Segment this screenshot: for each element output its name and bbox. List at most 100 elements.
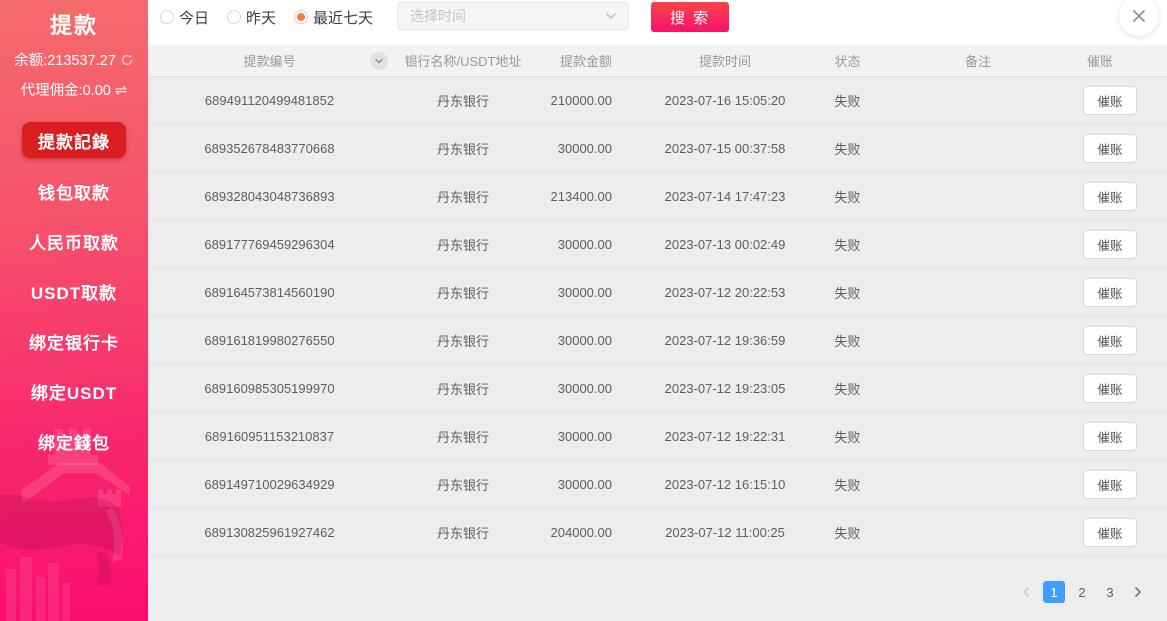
urge-payment-button[interactable]: 催账 (1083, 326, 1136, 355)
close-icon (1130, 7, 1148, 25)
cell-time: 2023-07-15 00:37:58 (628, 141, 808, 156)
table-row: 689160951153210837 丹东银行 30000.00 2023-07… (148, 413, 1167, 461)
cell-amount: 210000.00 (543, 93, 628, 108)
page-title: 提款 (0, 8, 148, 40)
cell-withdraw-id: 689161819980276550 (148, 333, 383, 348)
column-filter-chevron-icon[interactable] (370, 52, 388, 70)
cell-status: 失败 (808, 283, 903, 302)
cell-status: 失败 (808, 475, 903, 494)
sidebar-item[interactable]: 绑定银行卡 (0, 316, 148, 366)
close-button[interactable] (1119, 0, 1159, 36)
refresh-balance-icon[interactable] (120, 53, 134, 67)
radio-circle-icon (160, 10, 174, 24)
cell-action: 催账 (1053, 86, 1167, 115)
cell-status: 失败 (808, 187, 903, 206)
sidebar-item[interactable]: 绑定錢包 (0, 416, 148, 466)
table-row: 689161819980276550 丹东银行 30000.00 2023-07… (148, 317, 1167, 365)
cell-amount: 30000.00 (543, 237, 628, 252)
cell-status: 失败 (808, 427, 903, 446)
table-row: 689328043048736893 丹东银行 213400.00 2023-0… (148, 173, 1167, 221)
cell-action: 催账 (1053, 278, 1167, 307)
cell-withdraw-id: 689130825961927462 (148, 525, 383, 540)
urge-payment-button[interactable]: 催账 (1083, 374, 1136, 403)
cell-status: 失败 (808, 91, 903, 110)
urge-payment-button[interactable]: 催账 (1083, 470, 1136, 499)
balance-label: 余额:213537.27 (14, 49, 116, 70)
cell-withdraw-id: 689160985305199970 (148, 381, 383, 396)
page-numbers: 1 2 3 (1043, 581, 1121, 603)
cell-time: 2023-07-16 15:05:20 (628, 93, 808, 108)
cell-action: 催账 (1053, 422, 1167, 451)
cell-amount: 204000.00 (543, 525, 628, 540)
table-row: 689160985305199970 丹东银行 30000.00 2023-07… (148, 365, 1167, 413)
cell-bank: 丹东银行 (383, 379, 543, 398)
cell-amount: 213400.00 (543, 189, 628, 204)
urge-payment-button[interactable]: 催账 (1083, 278, 1136, 307)
chevron-down-icon (604, 9, 618, 23)
radio-label: 今日 (179, 7, 209, 28)
header-status: 状态 (808, 51, 903, 70)
cell-action: 催账 (1053, 518, 1167, 547)
cell-action: 催账 (1053, 326, 1167, 355)
table-row: 689164573814560190 丹东银行 30000.00 2023-07… (148, 269, 1167, 317)
table-row: 689149710029634929 丹东银行 30000.00 2023-07… (148, 461, 1167, 509)
cell-time: 2023-07-14 17:47:23 (628, 189, 808, 204)
sidebar-item[interactable]: USDT取款 (0, 266, 148, 316)
cell-status: 失败 (808, 331, 903, 350)
header-withdraw-id: 提款编号 (148, 51, 383, 70)
date-range-radio[interactable]: 最近七天 (294, 7, 373, 28)
table-body: 689491120499481852 丹东银行 210000.00 2023-0… (148, 77, 1167, 557)
table-row: 689177769459296304 丹东银行 30000.00 2023-07… (148, 221, 1167, 269)
cell-bank: 丹东银行 (383, 331, 543, 350)
table-header: 提款编号 银行名称/USDT地址 提款金额 提款时间 状态 备注 催账 (148, 45, 1167, 77)
commission-label: 代理佣金:0.00 (21, 79, 111, 100)
urge-payment-button[interactable]: 催账 (1083, 422, 1136, 451)
cell-action: 催账 (1053, 182, 1167, 211)
next-page-icon[interactable] (1127, 581, 1149, 603)
urge-payment-button[interactable]: 催账 (1083, 230, 1136, 259)
cell-action: 催账 (1053, 134, 1167, 163)
cell-withdraw-id: 689352678483770668 (148, 141, 383, 156)
date-select-placeholder: 选择时间 (410, 6, 466, 26)
cell-status: 失败 (808, 523, 903, 542)
date-select[interactable]: 选择时间 (397, 2, 629, 30)
prev-page-icon[interactable] (1015, 581, 1037, 603)
cell-time: 2023-07-12 19:23:05 (628, 381, 808, 396)
cell-amount: 30000.00 (543, 141, 628, 156)
cell-status: 失败 (808, 139, 903, 158)
urge-payment-button[interactable]: 催账 (1083, 182, 1136, 211)
exchange-icon[interactable]: ⇌ (115, 81, 128, 99)
header-action: 催账 (1053, 51, 1167, 70)
cell-bank: 丹东银行 (383, 187, 543, 206)
cell-action: 催账 (1053, 470, 1167, 499)
header-amount: 提款金额 (543, 51, 628, 70)
cell-status: 失败 (808, 379, 903, 398)
sidebar-item-withdraw-records[interactable]: 提款記錄 (22, 122, 126, 158)
table-row: 689491120499481852 丹东银行 210000.00 2023-0… (148, 77, 1167, 125)
cell-time: 2023-07-12 11:00:25 (628, 525, 808, 540)
sidebar-item[interactable]: 人民币取款 (0, 216, 148, 266)
header-time: 提款时间 (628, 51, 808, 70)
sidebar-item[interactable]: 绑定USDT (0, 366, 148, 416)
cell-withdraw-id: 689160951153210837 (148, 429, 383, 444)
cell-withdraw-id: 689491120499481852 (148, 93, 383, 108)
cell-bank: 丹东银行 (383, 235, 543, 254)
cell-bank: 丹东银行 (383, 91, 543, 110)
page-number-button[interactable]: 1 (1043, 581, 1065, 603)
urge-payment-button[interactable]: 催账 (1083, 86, 1136, 115)
radio-circle-icon (227, 10, 241, 24)
search-button[interactable]: 搜 索 (651, 2, 729, 32)
sidebar-item[interactable]: 钱包取款 (0, 166, 148, 216)
cell-amount: 30000.00 (543, 381, 628, 396)
cell-bank: 丹东银行 (383, 523, 543, 542)
table-footer: 1 2 3 (148, 557, 1167, 621)
date-range-radio[interactable]: 昨天 (227, 7, 276, 28)
date-radio-group: 今日 昨天 最近七天 (160, 2, 373, 32)
table-row: 689352678483770668 丹东银行 30000.00 2023-07… (148, 125, 1167, 173)
page-number-button[interactable]: 3 (1099, 581, 1121, 603)
date-range-radio[interactable]: 今日 (160, 7, 209, 28)
page-number-button[interactable]: 2 (1071, 581, 1093, 603)
urge-payment-button[interactable]: 催账 (1083, 134, 1136, 163)
sidebar-menu: 钱包取款 人民币取款 USDT取款 绑定银行卡 绑定USDT 绑定錢包 (0, 166, 148, 466)
urge-payment-button[interactable]: 催账 (1083, 518, 1136, 547)
